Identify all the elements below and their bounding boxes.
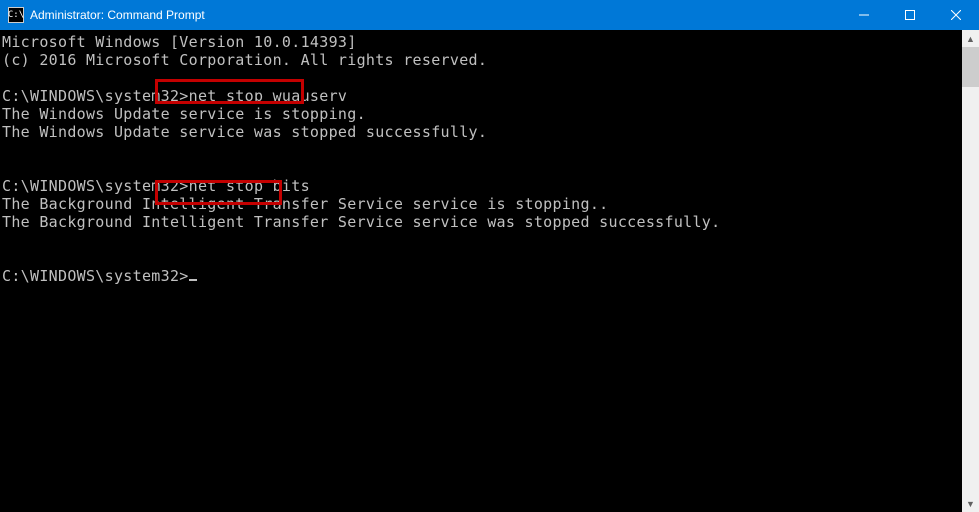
prompt: C:\WINDOWS\system32> (2, 267, 189, 285)
output-line: The Background Intelligent Transfer Serv… (2, 213, 720, 231)
version-line: Microsoft Windows [Version 10.0.14393] (2, 33, 357, 51)
console-output[interactable]: Microsoft Windows [Version 10.0.14393] (… (0, 30, 962, 512)
output-line: The Windows Update service is stopping. (2, 105, 366, 123)
command-2: net stop bits (189, 177, 310, 195)
output-line: The Windows Update service was stopped s… (2, 123, 487, 141)
window-title: Administrator: Command Prompt (30, 8, 841, 22)
copyright-line: (c) 2016 Microsoft Corporation. All righ… (2, 51, 487, 69)
window-controls (841, 0, 979, 30)
scroll-thumb[interactable] (962, 47, 979, 87)
minimize-button[interactable] (841, 0, 887, 30)
prompt: C:\WINDOWS\system32> (2, 177, 189, 195)
cmd-icon: C:\ (8, 7, 24, 23)
console-area: Microsoft Windows [Version 10.0.14393] (… (0, 30, 979, 512)
maximize-button[interactable] (887, 0, 933, 30)
scrollbar[interactable]: ▲ ▼ (962, 30, 979, 512)
text-cursor (189, 279, 197, 281)
titlebar[interactable]: C:\ Administrator: Command Prompt (0, 0, 979, 30)
scroll-down-button[interactable]: ▼ (962, 495, 979, 512)
output-line: The Background Intelligent Transfer Serv… (2, 195, 609, 213)
prompt: C:\WINDOWS\system32> (2, 87, 189, 105)
command-1: net stop wuauserv (189, 87, 348, 105)
close-button[interactable] (933, 0, 979, 30)
scroll-up-button[interactable]: ▲ (962, 30, 979, 47)
